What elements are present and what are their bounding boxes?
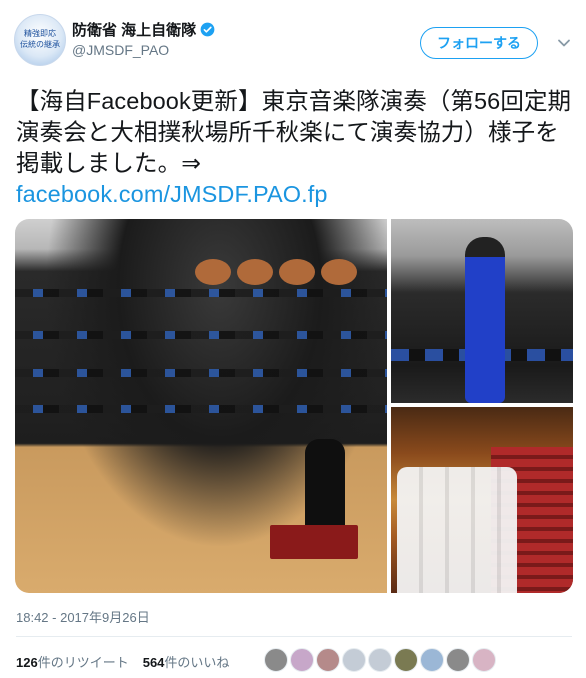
retweet-label: 件のリツイート bbox=[37, 654, 129, 670]
media-grid bbox=[15, 219, 573, 593]
avatar-seal-line2: 伝統の継承 bbox=[20, 40, 60, 49]
chevron-down-icon[interactable] bbox=[554, 33, 574, 53]
liker-avatar[interactable] bbox=[316, 648, 340, 672]
liker-avatar[interactable] bbox=[264, 648, 288, 672]
name-row: 防衛省 海上自衛隊 bbox=[72, 18, 215, 40]
verified-badge-icon bbox=[200, 22, 215, 36]
tweet-timestamp[interactable]: 18:42 - 2017年9月26日 bbox=[16, 607, 150, 626]
avatar-seal-line1: 精強即応 bbox=[24, 29, 56, 38]
liker-avatar[interactable] bbox=[342, 648, 366, 672]
display-name[interactable]: 防衛省 海上自衛隊 bbox=[72, 19, 196, 40]
liker-avatar[interactable] bbox=[472, 648, 496, 672]
divider bbox=[16, 636, 572, 637]
sumo-venue-photo[interactable] bbox=[391, 407, 573, 593]
liker-avatar[interactable] bbox=[420, 648, 444, 672]
tweet-link[interactable]: facebook.com/JMSDF.PAO.fp bbox=[16, 179, 572, 210]
tweet-header: 精強即応 伝統の継承 防衛省 海上自衛隊 @JMSDF_PAO フォローする bbox=[0, 0, 586, 80]
account-handle[interactable]: @JMSDF_PAO bbox=[72, 42, 169, 58]
liker-avatar[interactable] bbox=[446, 648, 470, 672]
retweet-count: 126 bbox=[16, 654, 38, 670]
singer-photo[interactable] bbox=[391, 219, 573, 403]
tweet-stats: 126件のリツイート 564件のいいね bbox=[16, 651, 229, 671]
tweet-body: 【海自Facebook更新】東京音楽隊演奏（第56回定期演奏会と大相撲秋場所千秋… bbox=[16, 88, 572, 176]
liker-avatar[interactable] bbox=[290, 648, 314, 672]
liker-avatar[interactable] bbox=[368, 648, 392, 672]
like-stat[interactable]: 564件のいいね bbox=[143, 652, 230, 671]
like-count: 564 bbox=[142, 654, 165, 670]
tweet-text: 【海自Facebook更新】東京音楽隊演奏（第56回定期演奏会と大相撲秋場所千秋… bbox=[16, 86, 572, 210]
concert-band-photo[interactable] bbox=[15, 219, 387, 593]
likers-avatars bbox=[264, 648, 496, 674]
avatar-seal: 精強即応 伝統の継承 bbox=[15, 28, 65, 50]
follow-button[interactable]: フォローする bbox=[420, 27, 538, 59]
like-label: 件のいいね bbox=[164, 654, 230, 670]
liker-avatar[interactable] bbox=[394, 648, 418, 672]
retweet-stat[interactable]: 126件のリツイート bbox=[16, 652, 129, 671]
account-avatar[interactable]: 精強即応 伝統の継承 bbox=[14, 14, 66, 66]
